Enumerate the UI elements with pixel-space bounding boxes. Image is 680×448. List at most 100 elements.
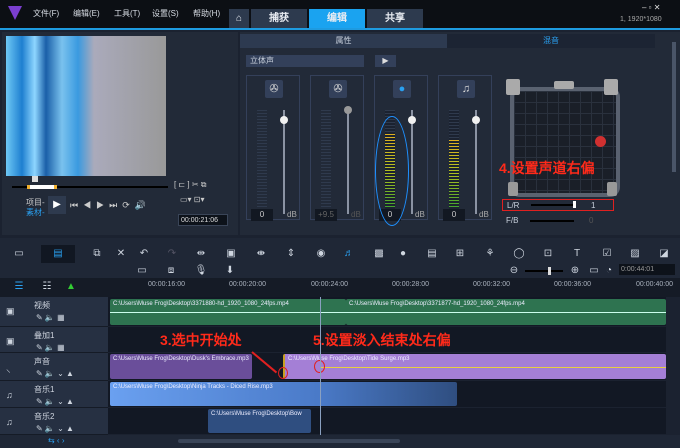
ripple-edit-icon[interactable]: ⇆ ‹ › [48, 436, 64, 445]
export-icon[interactable]: ⬇ [223, 264, 237, 278]
menu-settings[interactable]: 设置(S) [152, 8, 179, 19]
speaker-icon [508, 182, 518, 196]
menu-tools[interactable]: 工具(T) [114, 8, 140, 19]
transport-controls[interactable]: ⏮◀▶⏭⟳🔊 [70, 200, 151, 211]
menu-help[interactable]: 帮助(H) [193, 8, 220, 19]
tab-capture[interactable]: 捕获 [251, 9, 307, 28]
tab-share[interactable]: 共享 [367, 9, 423, 28]
window-controls[interactable]: – ▫ ✕ [642, 3, 660, 12]
crop-icon[interactable]: ▣ [224, 247, 238, 261]
split-screen-icon[interactable]: ⊞ [453, 247, 467, 261]
volume-slider[interactable] [411, 110, 413, 214]
level-meter [257, 110, 267, 214]
tab-properties[interactable]: 属性 [240, 34, 447, 48]
playhead-marker[interactable] [32, 176, 38, 182]
timeline-scrollbar[interactable] [178, 439, 400, 443]
timecode-display[interactable]: 00:00:21:06 [178, 214, 228, 226]
track-controls[interactable]: ✎ 🔈 ⌄ ▲ [36, 424, 74, 433]
panel-scrollbar[interactable] [672, 42, 676, 172]
lr-slider-knob[interactable] [573, 201, 576, 208]
music-clip[interactable]: C:\Users\Muse Frog\Desktop\Ninja Tracks … [110, 382, 457, 406]
tools-icon[interactable]: ✕ [114, 247, 128, 261]
track-manager-icon[interactable]: ☰ [12, 280, 26, 294]
motion-track-icon[interactable]: ⚘ [483, 247, 497, 261]
menu-file[interactable]: 文件(F) [33, 8, 59, 19]
volume-knob[interactable] [408, 116, 416, 124]
music-note-icon: ♫ [457, 80, 475, 98]
speaker-icon [554, 81, 574, 89]
channel-overlay: ✇ +9.5dB [310, 75, 364, 220]
volume-value[interactable]: 0 [251, 209, 273, 221]
aspect-size-controls[interactable]: ▭▾ ⊡▾ [180, 195, 205, 204]
volume-value[interactable]: +9.5 [315, 209, 337, 221]
color-grading-icon[interactable]: ◪ [657, 247, 671, 261]
track-controls[interactable]: ✎ 🔈 ⌄ ▲ [36, 369, 74, 378]
volume-knob[interactable] [280, 116, 288, 124]
audio-mixer-icon[interactable]: ♬ [342, 247, 356, 261]
track-controls[interactable]: ✎ 🔈 ▦ [36, 343, 65, 352]
fb-value[interactable]: 0 [589, 216, 593, 225]
screen-capture-icon[interactable]: ⧈ [164, 264, 178, 278]
fit-timeline-icon[interactable]: ⇹ [194, 247, 208, 261]
trim-range[interactable] [27, 185, 57, 189]
track-controls[interactable]: ✎ 🔈 ⌄ ▲ [36, 397, 74, 406]
volume-slider[interactable] [475, 110, 477, 214]
lens-correction-icon[interactable]: ▨ [628, 247, 642, 261]
mask-icon[interactable]: ◯ [512, 247, 526, 261]
copy-icon[interactable]: ⧉ [90, 247, 104, 261]
storyboard-view-icon[interactable]: ▭ [12, 247, 26, 261]
stabilize-icon[interactable]: ⊡ [541, 247, 555, 261]
zoom-in-icon[interactable]: ⊕ [568, 264, 582, 278]
voiceover-icon[interactable]: 🎙 [194, 264, 208, 278]
sound-position-marker[interactable] [595, 136, 606, 147]
playhead-line[interactable] [320, 297, 321, 435]
resize-icon[interactable]: ⇕ [284, 247, 298, 261]
motion-icon[interactable]: ▩ [372, 247, 386, 261]
channel-video: ✇ 0dB [246, 75, 300, 220]
lr-value[interactable]: 1 [591, 201, 595, 210]
volume-value[interactable]: 0 [443, 209, 465, 221]
chapter-icon[interactable]: ☷ [40, 280, 54, 294]
blend-icon[interactable]: ● [396, 247, 410, 261]
ruler-tick: 00:00:28:00 [392, 281, 429, 288]
add-track-icon[interactable]: ▲ [64, 280, 78, 294]
track-header-music2: ♫音乐2✎ 🔈 ⌄ ▲ [0, 408, 108, 435]
mixer-play-button[interactable]: ▶ [375, 55, 396, 67]
keyframe-highlight-start[interactable] [278, 367, 288, 379]
mode-clip[interactable]: 素材- [26, 207, 45, 218]
annotation-step3: 3.选中开始处 [160, 330, 242, 350]
fb-slider[interactable] [530, 220, 574, 222]
lr-slider[interactable] [531, 204, 575, 206]
tab-mixer[interactable]: 混音 [447, 34, 655, 48]
volume-knob[interactable] [472, 116, 480, 124]
fit-project-icon[interactable]: ▭ [587, 264, 601, 278]
volume-slider[interactable] [283, 110, 285, 214]
track-header-voice: ⸜声音✎ 🔈 ⌄ ▲ [0, 353, 108, 381]
zoom-slider-knob[interactable] [548, 267, 551, 275]
play-button[interactable]: ▶ [48, 196, 66, 214]
music-clip[interactable]: C:\Users\Muse Frog\Desktop\Bow [208, 409, 311, 433]
record-icon[interactable]: ◉ [314, 247, 328, 261]
volume-slider[interactable] [347, 110, 349, 214]
timeline-view-button[interactable]: ▤ [41, 245, 75, 263]
3d-title-icon[interactable]: T [570, 247, 584, 261]
zoom-slider[interactable] [525, 270, 563, 272]
tab-edit[interactable]: 编辑 [309, 9, 365, 28]
timeline-footer: ⇆ ‹ › [0, 435, 680, 448]
undo-icon[interactable]: ↶ [137, 247, 151, 261]
trim-controls[interactable]: [ ⊏ ] ✂ ⧉ [174, 180, 206, 190]
track-controls[interactable]: ✎ 🔈 ▦ [36, 313, 65, 322]
home-button[interactable]: ⌂ [229, 9, 249, 28]
lr-row: L/R 1 [502, 199, 614, 211]
voice-clip[interactable]: C:\Users\Muse Frog\Desktop\Dusk's Embrac… [110, 354, 252, 379]
title-icon[interactable]: ▤ [425, 247, 439, 261]
db-label: dB [351, 210, 361, 219]
volume-knob[interactable] [344, 106, 352, 114]
menu-edit[interactable]: 编辑(E) [73, 8, 100, 19]
redo-icon[interactable]: ↷ [165, 247, 179, 261]
gif-icon[interactable]: ▭ [135, 264, 149, 278]
channel-mode-select[interactable]: 立体声 [246, 55, 364, 67]
zoom-out-icon[interactable]: ⊖ [507, 264, 521, 278]
split-icon[interactable]: ⇼ [254, 247, 268, 261]
color-correction-icon[interactable]: ☑ [600, 247, 614, 261]
